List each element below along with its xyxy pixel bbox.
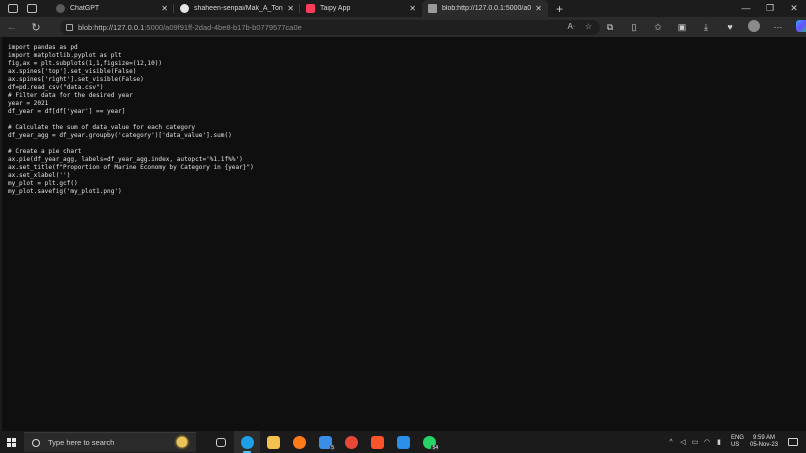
system-tray: ^ ◁ ▭ ◠ ▮ ENG US 9:59 AM 05-Nov-23 [665,431,806,453]
code-line: my_plot.savefig('my_plot1.png') [8,188,122,195]
taskbar: Type here to search 5 54 ^ ◁ ▭ ◠ ▮ ENG US… [0,431,806,453]
task-view-icon [216,437,226,447]
navigation-bar: ← ↻ blob:http://127.0.0.1:5000/a09f91ff-… [0,17,806,37]
code-line: df_year = df[df['year'] == year] [8,108,126,115]
copilot-icon[interactable] [796,20,806,32]
browser-window: ChatGPT ✕ shaheen-senpai/Mak_A_Ton_6 ✕ T… [0,0,806,453]
tab-label: shaheen-senpai/Mak_A_Ton_6 [194,5,284,12]
pinned-apps: 5 54 [208,431,442,453]
toolbar: ⧉ ▯ ✩ ▣ ⤓ ♥ ··· [598,17,806,37]
window-controls: — ❐ ✕ [734,0,806,17]
minimize-icon[interactable]: — [734,0,758,17]
split-screen-icon[interactable]: ▯ [622,22,646,33]
search-placeholder: Type here to search [48,438,115,447]
browser-essentials-icon[interactable]: ♥ [718,22,742,32]
display-icon[interactable]: ▭ [689,438,701,446]
close-icon[interactable]: ✕ [161,4,168,13]
taskbar-app[interactable] [208,431,234,453]
tab-label: ChatGPT [70,5,100,12]
code-line: ax.set_title(f"Proportion of Marine Econ… [8,164,254,171]
favorites-icon[interactable]: ✩ [646,22,670,33]
firefox-icon [292,435,306,449]
close-icon[interactable]: ✕ [409,4,416,13]
github-icon [180,4,189,13]
chrome-icon [344,435,358,449]
read-aloud-icon[interactable]: Aᐧ [567,22,574,31]
more-options-icon[interactable]: ··· [766,22,790,32]
notification-badge: 5 [330,445,335,451]
taskbar-app[interactable] [364,431,390,453]
code-line: fig,ax = plt.subplots(1,1,figsize=(12,10… [8,60,163,67]
taskbar-app[interactable] [390,431,416,453]
close-icon[interactable]: ✕ [287,4,294,13]
notification-badge: 54 [431,445,439,451]
tab-chatgpt[interactable]: ChatGPT ✕ [50,0,174,17]
code-line: my_plot = plt.gcf() [8,180,78,187]
code-line: # Filter data for the desired year [8,92,133,99]
taskbar-app[interactable]: 54 [416,431,442,453]
favorite-star-icon[interactable]: ☆ [585,22,592,31]
notifications-icon[interactable] [788,438,798,446]
address-bar[interactable]: blob:http://127.0.0.1:5000/a09f91ff-2dad… [60,20,600,35]
file-explorer-icon [266,435,280,449]
windows-icon [6,437,16,447]
refresh-icon[interactable]: ↻ [24,21,48,34]
tab-github[interactable]: shaheen-senpai/Mak_A_Ton_6 ✕ [174,0,300,17]
code-line: ax.spines['right'].set_visible(False) [8,76,144,83]
back-icon[interactable]: ← [0,21,24,33]
collections-icon[interactable]: ▣ [670,22,694,33]
wifi-icon[interactable]: ◠ [701,438,713,446]
page-info-icon[interactable] [66,24,73,31]
taskbar-app[interactable] [260,431,286,453]
taskbar-search[interactable]: Type here to search [24,432,196,453]
code-text: import pandas as pd import matplotlib.pyp… [8,44,254,196]
page-icon [428,4,437,13]
taskbar-app[interactable]: 5 [312,431,338,453]
code-line: df=pd.read_csv("data.csv") [8,84,104,91]
url-text: blob:http://127.0.0.1:5000/a09f91ff-2dad… [78,23,302,32]
edge-icon [240,435,254,449]
close-window-icon[interactable]: ✕ [782,0,806,17]
extensions-icon[interactable]: ⧉ [598,22,622,33]
close-icon[interactable]: ✕ [535,4,542,13]
speaker-icon[interactable]: ◁ [677,438,689,446]
code-line: year = 2021 [8,100,49,107]
chevron-up-icon[interactable]: ^ [665,439,677,446]
code-line: ax.spines['top'].set_visible(False) [8,68,137,75]
code-line: # Create a pie chart [8,148,82,155]
start-button[interactable] [0,431,22,453]
code-line: df_year_agg = df_year.groupby('category'… [8,132,232,139]
code-line: ax.set_xlabel('') [8,172,71,179]
taipy-icon [306,4,315,13]
vscode-icon [396,435,410,449]
downloads-icon[interactable]: ⤓ [694,22,718,33]
profile-avatar[interactable] [748,20,760,32]
tab-blob[interactable]: blob:http://127.0.0.1:5000/a09f91 ✕ [422,0,548,17]
code-line: import matplotlib.pyplot as plt [8,52,122,59]
chatgpt-icon [56,4,65,13]
battery-icon[interactable]: ▮ [713,438,725,446]
code-line: import pandas as pd [8,44,78,51]
code-line: ax.pie(df_year_agg, labels=df_year_agg.i… [8,156,243,163]
code-line: # Calculate the sum of data_value for ea… [8,124,196,131]
tab-taipy[interactable]: Taipy App ✕ [300,0,422,17]
tab-label: blob:http://127.0.0.1:5000/a09f91 [442,5,532,12]
taskbar-app[interactable] [234,431,260,453]
restore-icon[interactable]: ❐ [758,0,782,17]
brave-icon [370,435,384,449]
page-content: import pandas as pd import matplotlib.pyp… [0,37,806,431]
new-tab-icon[interactable]: + [556,2,563,16]
search-highlight-icon[interactable] [170,433,194,453]
taskbar-app[interactable] [286,431,312,453]
tab-actions-icon[interactable] [27,4,37,13]
tab-label: Taipy App [320,5,351,12]
workspaces-icon[interactable] [8,4,18,13]
language-indicator[interactable]: ENG US [731,435,744,449]
clock[interactable]: 9:59 AM 05-Nov-23 [750,435,778,449]
taskbar-app[interactable] [338,431,364,453]
search-icon [32,438,40,447]
tab-strip: ChatGPT ✕ shaheen-senpai/Mak_A_Ton_6 ✕ T… [0,0,806,17]
